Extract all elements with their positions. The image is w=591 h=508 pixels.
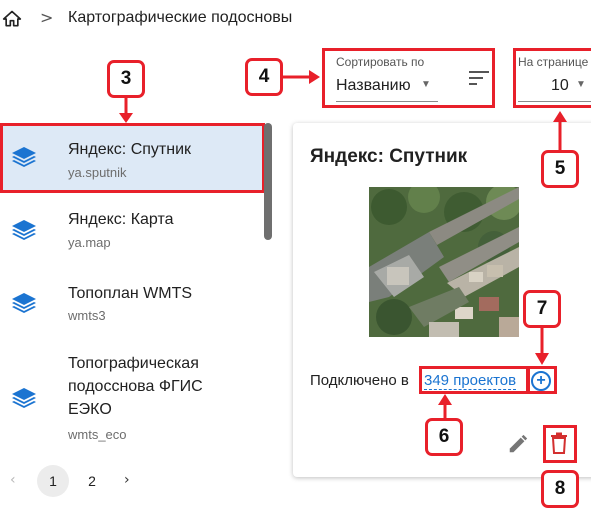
list-item-title: Топоплан WMTS — [68, 285, 193, 302]
arrow-7 — [535, 325, 549, 365]
annotation-box-per-page — [513, 48, 591, 108]
list-item-title-line: подосснова ФГИС — [68, 378, 203, 395]
pagination-page-2[interactable]: 2 — [76, 465, 108, 497]
layers-icon — [12, 388, 36, 408]
annotation-box-selected-item — [0, 123, 265, 193]
arrow-3 — [119, 95, 133, 123]
home-icon[interactable] — [2, 9, 22, 29]
arrow-5 — [553, 111, 567, 155]
list-item-subtitle: wmts3 — [68, 308, 106, 323]
callout-8: 8 — [541, 470, 579, 508]
list-item-title-line: ЕЭКО — [68, 401, 112, 418]
list-item[interactable]: Яндекс: Карта ya.map — [0, 195, 262, 257]
breadcrumb-separator: > — [40, 8, 54, 27]
list-item-subtitle: wmts_eco — [68, 427, 127, 442]
detail-title: Яндекс: Спутник — [310, 146, 468, 167]
pagination-prev[interactable]: ‹ — [10, 472, 16, 488]
callout-3: 3 — [107, 60, 145, 98]
pagination-next[interactable]: › — [124, 472, 130, 488]
annotation-box-sort — [322, 48, 495, 108]
list-item[interactable]: Топографическая подосснова ФГИС ЕЭКО wmt… — [0, 345, 262, 450]
annotation-box-projects-link — [419, 366, 529, 394]
list-item-title: Яндекс: Карта — [68, 211, 174, 228]
pencil-icon[interactable] — [507, 433, 529, 455]
page-title: Картографические подосновы — [68, 9, 293, 26]
satellite-thumbnail — [369, 187, 519, 337]
annotation-box-add — [527, 366, 557, 394]
callout-6: 6 — [425, 418, 463, 456]
list-item-subtitle: ya.map — [68, 235, 111, 250]
callout-5: 5 — [541, 150, 579, 188]
list-scrollbar[interactable] — [264, 123, 272, 240]
used-in-label: Подключено в — [310, 372, 409, 389]
layers-icon — [12, 220, 36, 240]
list-item-title-line: Топографическая — [68, 355, 199, 372]
layers-icon — [12, 293, 36, 313]
callout-7: 7 — [523, 290, 561, 328]
arrow-4 — [283, 70, 320, 84]
pagination-page-1[interactable]: 1 — [37, 465, 69, 497]
annotation-box-delete — [543, 425, 577, 463]
list-item[interactable]: Топоплан WMTS wmts3 — [0, 270, 262, 332]
callout-4: 4 — [245, 58, 283, 96]
